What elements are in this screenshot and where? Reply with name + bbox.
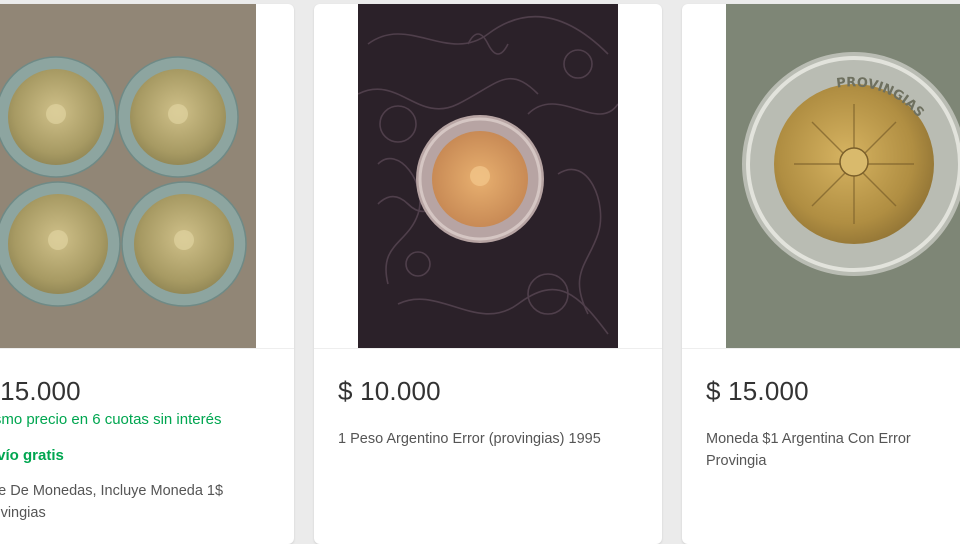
coin-closeup-photo-icon: PROVINGIAS	[726, 4, 960, 348]
product-card[interactable]: $ 10.000 1 Peso Argentino Error (proving…	[314, 4, 662, 544]
product-title[interactable]: 1 Peso Argentino Error (provingias) 1995	[338, 428, 648, 450]
product-image[interactable]	[0, 4, 256, 348]
price: $ 10.000	[338, 376, 441, 406]
price: $ 15.000	[0, 376, 81, 406]
card-divider	[314, 348, 662, 349]
free-shipping-badge: Envío gratis	[0, 447, 64, 464]
title-line: Lote De Monedas, Incluye Moneda 1$	[0, 483, 224, 499]
product-image[interactable]: PROVINGIAS	[726, 4, 960, 348]
installments-text: Mismo precio en 6 cuotas sin interés	[0, 411, 222, 428]
product-title[interactable]: Lote De Monedas, Incluye Moneda 1$ Provi…	[0, 480, 268, 524]
product-card[interactable]: $ 15.000 Mismo precio en 6 cuotas sin in…	[0, 4, 294, 544]
price: $ 15.000	[706, 376, 809, 406]
product-image[interactable]	[358, 4, 618, 348]
coins-lot-photo-icon	[0, 4, 256, 348]
title-line: Provingia	[706, 453, 767, 469]
title-line: Moneda $1 Argentina Con Error	[706, 431, 911, 447]
card-divider	[0, 348, 294, 349]
product-title[interactable]: Moneda $1 Argentina Con Error Provingia	[706, 428, 960, 472]
title-line: Provingias	[0, 505, 46, 521]
single-coin-photo-icon	[358, 4, 618, 348]
card-divider	[682, 348, 960, 349]
product-card[interactable]: PROVINGIAS $ 15.000 Moneda $1 Argentina …	[682, 4, 960, 544]
